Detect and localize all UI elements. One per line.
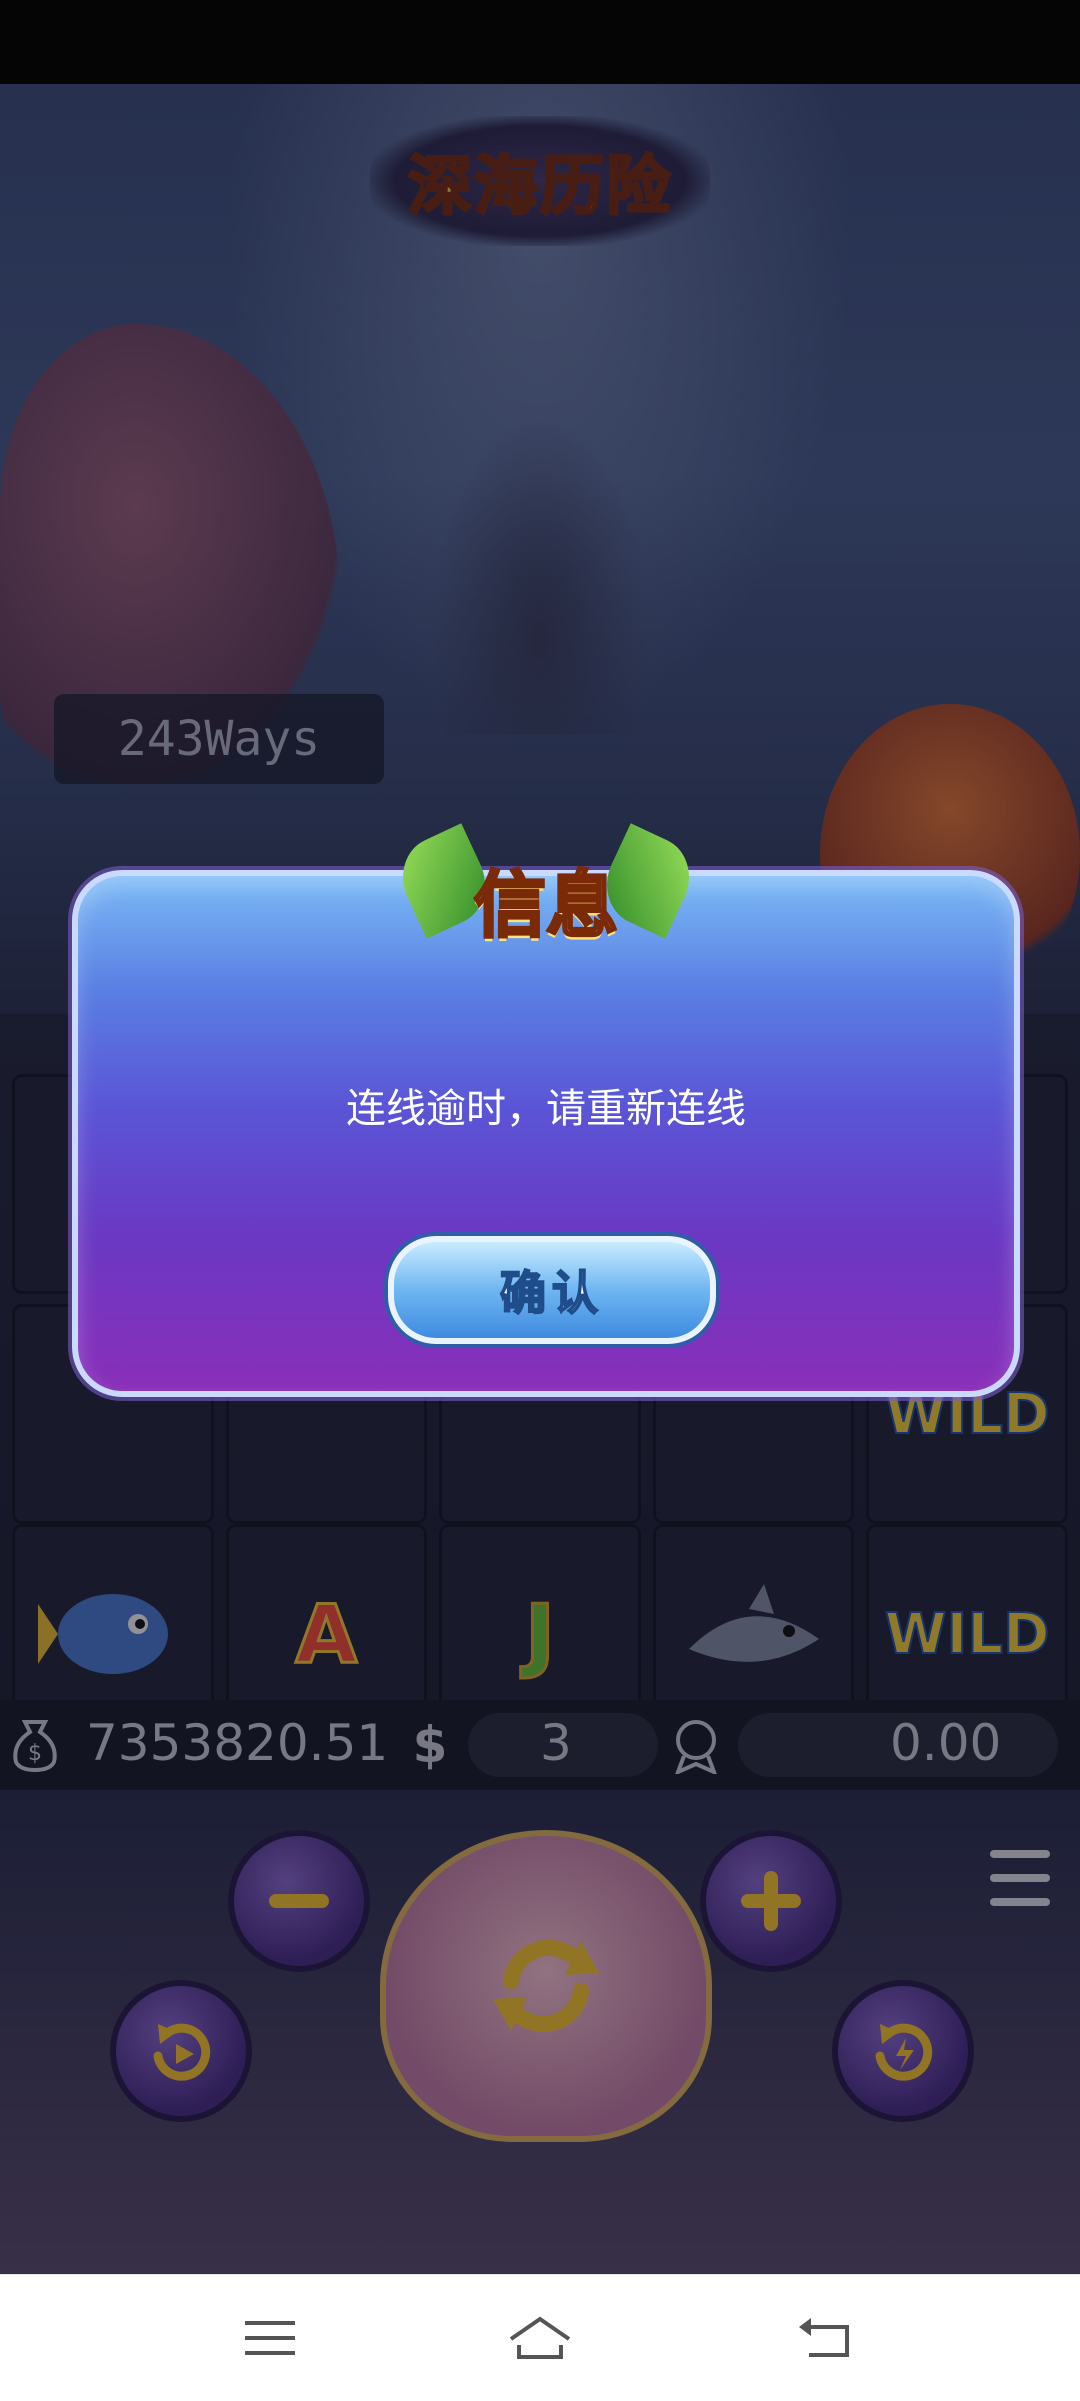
status-bar: [0, 0, 1080, 84]
recent-apps-icon[interactable]: [240, 2313, 300, 2363]
confirm-button[interactable]: 确认: [388, 1236, 716, 1344]
info-dialog: 信息 连线逾时，请重新连线 确认: [72, 823, 1020, 1397]
dialog-message: 连线逾时，请重新连线: [346, 1086, 746, 1132]
system-nav-bar: [0, 2274, 1080, 2401]
confirm-button-label: 确认: [499, 1265, 604, 1321]
home-icon[interactable]: [505, 2313, 575, 2363]
dialog-title: 信息: [472, 862, 619, 949]
dialog-title-banner: 信息: [78, 823, 1014, 961]
back-icon[interactable]: [795, 2313, 855, 2363]
